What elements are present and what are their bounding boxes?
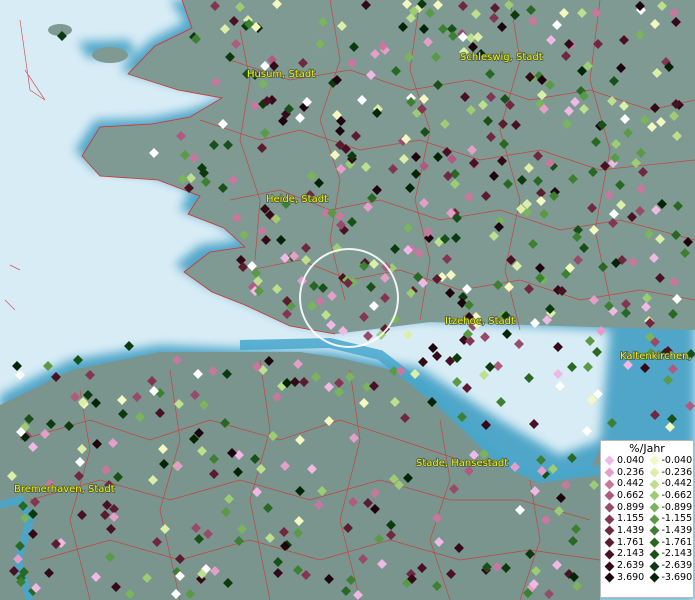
legend-entry-positive: 0.899 (604, 501, 649, 513)
legend-row: 0.040 -0.040 (604, 455, 693, 467)
legend-swatch (649, 549, 659, 560)
legend-entry-positive: 2.143 (604, 548, 649, 560)
legend-entry-negative: -0.442 (649, 478, 694, 490)
legend: %/Jahr 0.040 -0.040 0.236 -0.236 0.442 -0.442… (600, 440, 694, 598)
legend-swatch (604, 514, 615, 525)
legend-swatch (604, 549, 615, 560)
city-label-stade: Stade, Hansestadt (416, 458, 508, 469)
legend-swatch (649, 455, 659, 466)
legend-value: 0.899 (617, 501, 645, 513)
city-label-schleswig: Schleswig, Stadt (460, 52, 543, 63)
legend-value: 0.662 (617, 489, 645, 501)
legend-entry-positive: 1.155 (604, 513, 649, 525)
city-label-kaltenkirchen: Kaltenkirchen, S (620, 351, 695, 362)
legend-value: -1.761 (661, 536, 693, 548)
map-canvas[interactable]: Husum, Stadt Schleswig, Stadt Heide, Sta… (0, 0, 695, 600)
legend-value: 1.155 (617, 513, 645, 525)
legend-swatch (604, 526, 615, 536)
legend-value: -0.662 (661, 489, 693, 501)
legend-title: %/Jahr (629, 442, 665, 455)
legend-row: 3.690 -3.690 (604, 572, 693, 584)
legend-entry-negative: -1.761 (649, 536, 694, 548)
legend-value: -0.236 (661, 466, 693, 478)
legend-swatch (649, 561, 659, 571)
legend-swatch (604, 490, 615, 501)
legend-swatch (649, 514, 659, 525)
legend-swatch (649, 537, 659, 548)
legend-entry-negative: -3.690 (649, 571, 694, 583)
legend-swatch (649, 479, 659, 490)
legend-entry-positive: 0.040 (604, 454, 649, 466)
legend-entry-negative: -1.439 (649, 524, 694, 536)
legend-swatch (604, 479, 615, 490)
legend-value: 0.236 (617, 466, 645, 478)
legend-entry-positive: 1.761 (604, 536, 649, 548)
legend-value: 2.143 (617, 548, 645, 560)
legend-value: -0.442 (661, 478, 693, 490)
legend-entry-positive: 0.236 (604, 466, 649, 478)
legend-value: 3.690 (617, 571, 645, 583)
legend-value: 0.442 (617, 478, 645, 490)
legend-swatch (649, 502, 659, 513)
legend-row: 0.442 -0.442 (604, 478, 693, 490)
legend-swatch (649, 572, 659, 583)
legend-swatch (649, 467, 659, 478)
legend-row: 2.143 -2.143 (604, 549, 693, 561)
legend-value: -2.639 (661, 560, 693, 572)
legend-entry-positive: 1.439 (604, 524, 649, 536)
legend-entry-negative: -0.662 (649, 489, 694, 501)
legend-swatch (604, 561, 615, 571)
city-label-heide: Heide, Stadt (266, 194, 328, 205)
legend-swatch (604, 467, 615, 478)
legend-swatch (649, 526, 659, 536)
legend-value: 0.040 (617, 454, 645, 466)
legend-swatch (604, 537, 615, 548)
legend-entry-negative: -1.155 (649, 513, 694, 525)
legend-value: -0.899 (661, 501, 693, 513)
legend-row: 2.639 -2.639 (604, 560, 693, 572)
legend-value: -0.040 (661, 454, 693, 466)
legend-row: 0.899 -0.899 (604, 502, 693, 514)
legend-swatch (649, 490, 659, 501)
legend-row: 1.155 -1.155 (604, 513, 693, 525)
legend-row: 1.439 -1.439 (604, 525, 693, 537)
legend-row: 0.236 -0.236 (604, 467, 693, 479)
legend-value: 1.439 (617, 524, 645, 536)
legend-value: 1.761 (617, 536, 645, 548)
legend-row: 1.761 -1.761 (604, 537, 693, 549)
legend-entry-negative: -0.040 (649, 454, 694, 466)
legend-entry-positive: 3.690 (604, 571, 649, 583)
legend-swatch (604, 572, 615, 583)
legend-rows: 0.040 -0.040 0.236 -0.236 0.442 -0.442 0.662 -0… (604, 455, 693, 584)
legend-entry-positive: 0.662 (604, 489, 649, 501)
legend-value: -1.155 (661, 513, 693, 525)
city-label-husum: Husum, Stadt (247, 69, 315, 80)
legend-entry-negative: -2.143 (649, 548, 694, 560)
legend-swatch (604, 502, 615, 513)
legend-value: -3.690 (661, 571, 693, 583)
legend-value: -1.439 (661, 524, 693, 536)
city-label-bremerhaven: Bremerhaven, Stadt (14, 484, 115, 495)
legend-value: 2.639 (617, 560, 645, 572)
legend-entry-negative: -0.899 (649, 501, 694, 513)
legend-entry-negative: -0.236 (649, 466, 694, 478)
legend-row: 0.662 -0.662 (604, 490, 693, 502)
legend-swatch (604, 455, 615, 466)
legend-entry-positive: 2.639 (604, 561, 649, 571)
legend-entry-negative: -2.639 (649, 561, 694, 571)
legend-value: -2.143 (661, 548, 693, 560)
legend-entry-positive: 0.442 (604, 478, 649, 490)
city-label-itzehoe: Itzehoe, Stadt (445, 316, 515, 327)
